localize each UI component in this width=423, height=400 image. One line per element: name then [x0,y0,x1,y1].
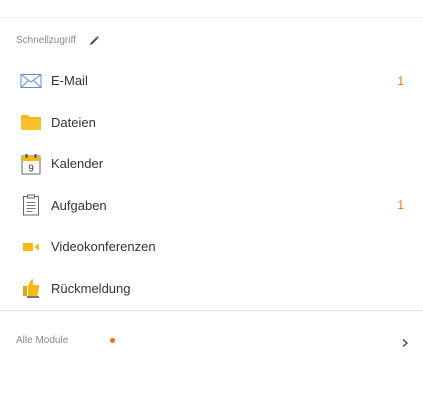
thumbs-up-icon [20,277,42,299]
module-list: E-Mail 1 Dateien 9 Kalender Aufgaben 1 V… [0,60,423,309]
quick-access-header: Schnellzugriff [16,33,100,47]
envelope-icon [20,70,42,92]
pencil-icon[interactable] [88,34,100,46]
folder-icon [20,111,42,133]
calendar-icon: 9 [20,153,42,175]
all-modules-link[interactable]: Alle Module [0,330,423,350]
menu-item-label: E-Mail [51,73,88,89]
menu-item-label: Aufgaben [51,197,107,213]
open-tasks-badge: 1 [397,198,404,213]
all-modules-label: Alle Module [16,334,69,346]
chevron-right-icon [400,335,410,348]
menu-item-tasks[interactable]: Aufgaben 1 [0,185,423,227]
quick-access-title: Schnellzugriff [16,34,76,46]
quick-access-panel: Schnellzugriff E-Mail 1 Dateien 9 Kalend… [0,0,423,400]
menu-item-label: Kalender [51,156,104,172]
menu-item-video-conferences[interactable]: Videokonferenzen [0,226,423,268]
notification-dot [110,337,115,343]
menu-item-label: Videokonferenzen [51,239,156,255]
video-camera-icon [20,236,42,258]
menu-item-feedback[interactable]: Rückmeldung [0,268,423,310]
menu-item-label: Dateien [51,114,96,130]
unread-count-badge: 1 [397,73,404,88]
menu-item-label: Rückmeldung [51,280,131,296]
calendar-day-number: 9 [28,163,34,174]
menu-item-email[interactable]: E-Mail 1 [0,60,423,102]
top-divider [0,17,423,18]
clipboard-icon [20,194,42,216]
footer-divider [0,310,423,311]
menu-item-files[interactable]: Dateien [0,102,423,144]
menu-item-calendar[interactable]: 9 Kalender [0,143,423,185]
